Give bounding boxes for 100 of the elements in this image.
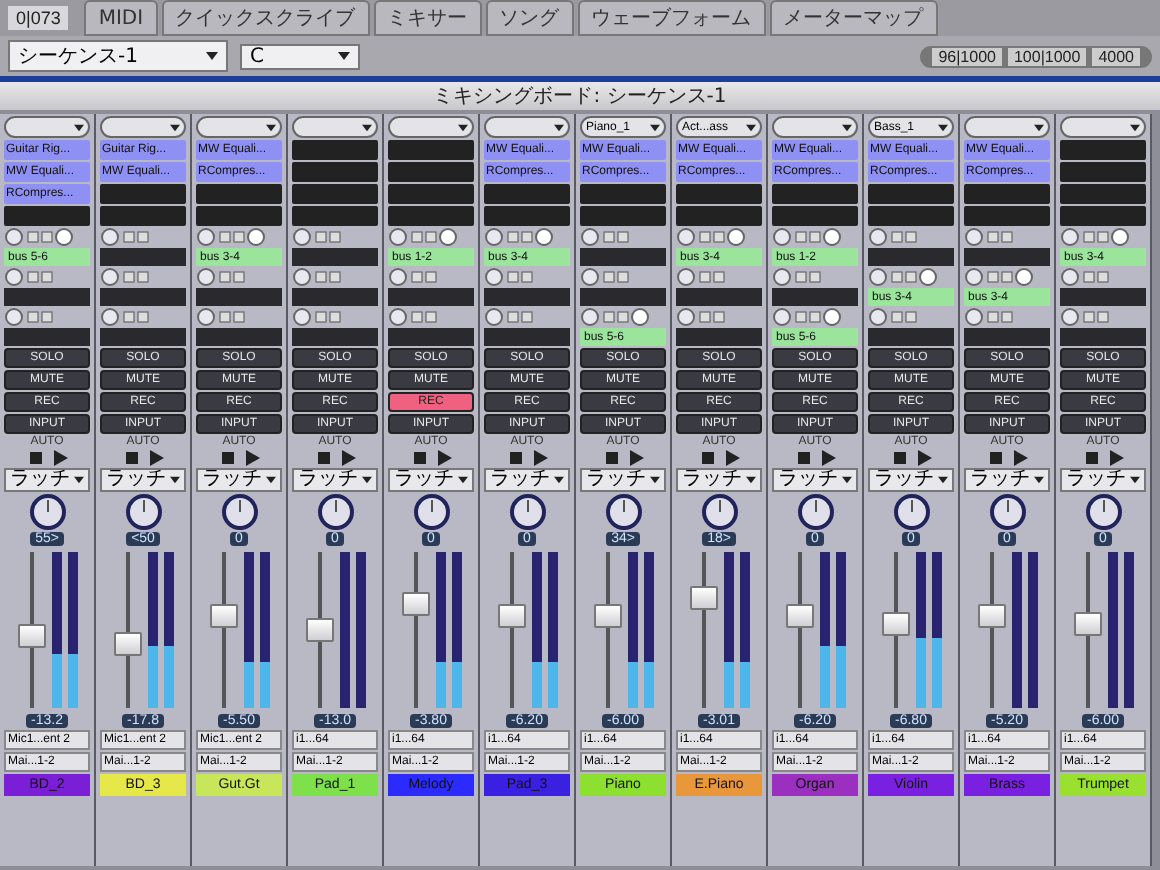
zoom-field[interactable]: 4000 bbox=[1092, 47, 1140, 65]
group-dropdown[interactable] bbox=[484, 116, 570, 138]
stop-icon[interactable] bbox=[697, 450, 717, 466]
automation-mode-dropdown[interactable]: ラッチ bbox=[196, 468, 282, 492]
stop-icon[interactable] bbox=[889, 450, 909, 466]
stop-icon[interactable] bbox=[985, 450, 1005, 466]
send-controls-icon[interactable] bbox=[484, 228, 556, 246]
pan-knob-icon[interactable] bbox=[27, 494, 67, 530]
caret-icon bbox=[938, 123, 948, 131]
caret-icon bbox=[650, 476, 660, 484]
caret-icon bbox=[170, 476, 180, 484]
fader-handle[interactable] bbox=[881, 611, 909, 636]
fader-handle[interactable] bbox=[113, 631, 141, 656]
fader-handle[interactable] bbox=[1073, 611, 1101, 636]
caret-icon bbox=[842, 476, 852, 484]
stop-icon[interactable] bbox=[793, 450, 813, 466]
position-counter: 0|073 bbox=[8, 6, 69, 30]
caret-icon bbox=[206, 52, 218, 60]
send-controls-icon[interactable] bbox=[4, 228, 76, 246]
pan-knob-icon[interactable] bbox=[315, 494, 355, 530]
send-controls-icon[interactable] bbox=[580, 308, 652, 326]
group-dropdown[interactable] bbox=[292, 116, 378, 138]
fader-handle[interactable] bbox=[977, 604, 1005, 629]
send-controls-icon[interactable] bbox=[1060, 228, 1132, 246]
group-dropdown[interactable] bbox=[4, 116, 90, 138]
caret-icon bbox=[362, 476, 372, 484]
pan-knob-icon[interactable] bbox=[987, 494, 1027, 530]
pan-knob-icon[interactable] bbox=[603, 494, 643, 530]
view-tab[interactable]: ミキサー bbox=[373, 0, 482, 36]
group-dropdown[interactable] bbox=[964, 116, 1050, 138]
send-controls-icon[interactable] bbox=[676, 228, 748, 246]
automation-mode-dropdown[interactable]: ラッチ bbox=[388, 468, 474, 492]
stop-icon[interactable] bbox=[409, 450, 429, 466]
fader-handle[interactable] bbox=[785, 604, 813, 629]
group-dropdown[interactable] bbox=[196, 116, 282, 138]
automation-mode-dropdown[interactable]: ラッチ bbox=[4, 468, 90, 492]
caret-icon bbox=[74, 476, 84, 484]
caret-icon bbox=[746, 123, 756, 131]
caret-icon bbox=[266, 476, 276, 484]
fader-handle[interactable] bbox=[689, 585, 717, 609]
automation-mode-dropdown[interactable]: ラッチ bbox=[292, 468, 378, 492]
zoom-field[interactable]: 96|1000 bbox=[932, 47, 1002, 65]
caret-icon bbox=[554, 476, 564, 484]
pan-knob-icon[interactable] bbox=[891, 494, 931, 530]
caret-icon bbox=[842, 123, 852, 131]
caret-icon bbox=[1034, 476, 1044, 484]
view-tab[interactable]: メーターマップ bbox=[769, 0, 938, 36]
zoom-field[interactable]: 100|1000 bbox=[1007, 47, 1087, 65]
caret-icon bbox=[1034, 123, 1044, 131]
automation-mode-dropdown[interactable]: ラッチ bbox=[1060, 468, 1146, 492]
stop-icon[interactable] bbox=[25, 450, 45, 466]
stop-icon[interactable] bbox=[121, 450, 141, 466]
window-title: ミキシングボード: シーケンス-1 bbox=[433, 86, 727, 108]
fader-handle[interactable] bbox=[497, 604, 525, 629]
pan-knob-icon[interactable] bbox=[699, 494, 739, 530]
view-tab[interactable]: MIDI bbox=[84, 0, 158, 36]
caret-icon bbox=[266, 123, 276, 131]
stop-icon[interactable] bbox=[1081, 450, 1101, 466]
group-dropdown[interactable] bbox=[388, 116, 474, 138]
caret-icon bbox=[1130, 476, 1140, 484]
view-tab[interactable]: クイックスクライブ bbox=[161, 0, 370, 36]
automation-mode-dropdown[interactable]: ラッチ bbox=[964, 468, 1050, 492]
stop-icon[interactable] bbox=[313, 450, 333, 466]
view-tab[interactable]: ソング bbox=[485, 0, 574, 36]
automation-mode-dropdown[interactable]: ラッチ bbox=[868, 468, 954, 492]
key-dropdown[interactable]: C bbox=[240, 43, 360, 69]
caret-icon bbox=[650, 123, 660, 131]
send-controls-icon[interactable] bbox=[772, 308, 844, 326]
fader-handle[interactable] bbox=[17, 624, 45, 649]
fader-handle[interactable] bbox=[305, 618, 333, 642]
caret-icon bbox=[938, 476, 948, 484]
pan-knob-icon[interactable] bbox=[795, 494, 835, 530]
fader-handle[interactable] bbox=[401, 591, 429, 616]
send-controls-icon[interactable] bbox=[388, 228, 460, 246]
group-dropdown[interactable] bbox=[100, 116, 186, 138]
stop-icon[interactable] bbox=[505, 450, 525, 466]
pan-knob-icon[interactable] bbox=[123, 494, 163, 530]
send-controls-icon[interactable] bbox=[964, 268, 1036, 286]
fader-handle[interactable] bbox=[209, 604, 237, 629]
pan-knob-icon[interactable] bbox=[1083, 494, 1123, 530]
send-controls-icon[interactable] bbox=[196, 228, 268, 246]
caret-icon bbox=[458, 123, 468, 131]
pan-knob-icon[interactable] bbox=[507, 494, 547, 530]
automation-mode-dropdown[interactable]: ラッチ bbox=[580, 468, 666, 492]
view-tab[interactable]: ウェーブフォーム bbox=[577, 0, 766, 36]
stop-icon[interactable] bbox=[217, 450, 237, 466]
caret-icon bbox=[170, 123, 180, 131]
send-controls-icon[interactable] bbox=[772, 228, 844, 246]
automation-mode-dropdown[interactable]: ラッチ bbox=[772, 468, 858, 492]
group-dropdown[interactable] bbox=[772, 116, 858, 138]
pan-knob-icon[interactable] bbox=[219, 494, 259, 530]
stop-icon[interactable] bbox=[601, 450, 621, 466]
send-controls-icon[interactable] bbox=[868, 268, 940, 286]
automation-mode-dropdown[interactable]: ラッチ bbox=[100, 468, 186, 492]
fader-handle[interactable] bbox=[593, 604, 621, 629]
automation-mode-dropdown[interactable]: ラッチ bbox=[676, 468, 762, 492]
group-dropdown[interactable] bbox=[1060, 116, 1146, 138]
pan-knob-icon[interactable] bbox=[411, 494, 451, 530]
automation-mode-dropdown[interactable]: ラッチ bbox=[484, 468, 570, 492]
sequence-dropdown[interactable]: シーケンス-1 bbox=[8, 40, 228, 72]
